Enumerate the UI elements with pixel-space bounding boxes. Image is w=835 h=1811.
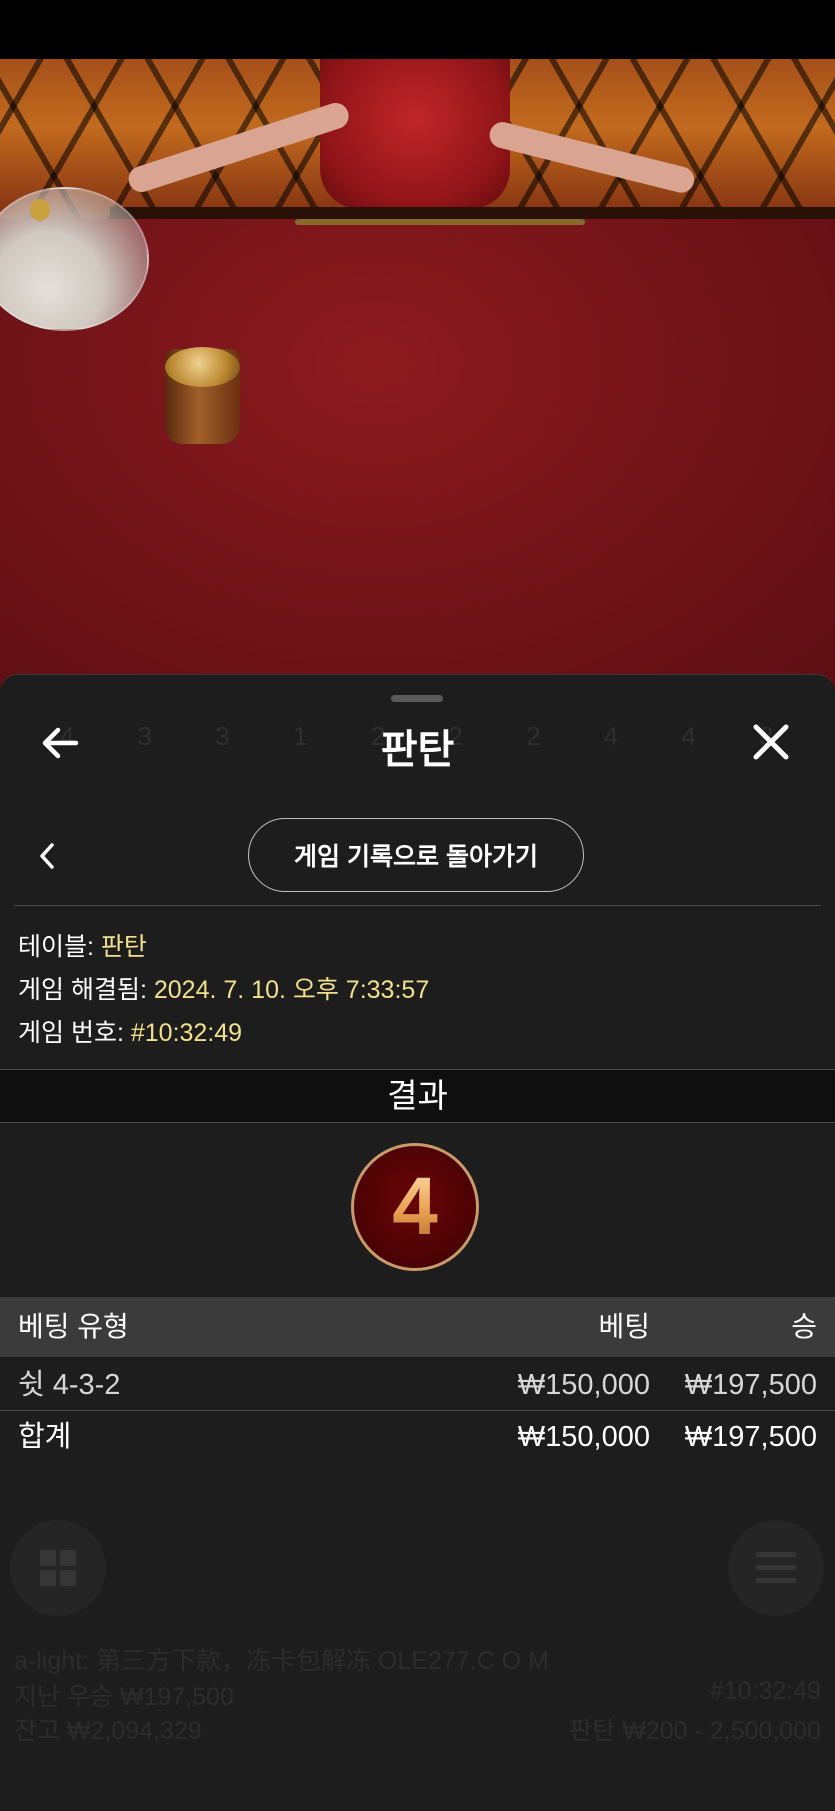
column-win: 승 xyxy=(791,1311,817,1342)
total-row: 합계 ₩150,000 ₩197,500 xyxy=(0,1411,835,1463)
total-win: ₩197,500 xyxy=(684,1421,817,1453)
background-last-win: 지난 우승 ₩197,500 xyxy=(14,1683,234,1711)
table-label: 테이블: xyxy=(18,933,94,961)
total-label: 합계 xyxy=(18,1421,72,1453)
game-detail-sheet: 4 3 3 1 2 2 2 4 4 3 2 4 판탄 게임 기록으로 돌아가기 … xyxy=(0,674,835,1811)
resolved-label: 게임 해결됨: xyxy=(18,976,147,1004)
table-info: 테이블: 판탄 xyxy=(18,927,147,963)
game-number-value: #10:32:49 xyxy=(130,1019,243,1047)
background-balance: 잔고 ₩2,094,329 xyxy=(14,1717,202,1745)
column-bet: 베팅 xyxy=(598,1311,650,1342)
page-title: 판탄 xyxy=(380,728,455,772)
result-number: 4 xyxy=(392,1161,438,1252)
drag-handle[interactable] xyxy=(391,695,443,702)
bet-type-cell: 쉿 4-3-2 xyxy=(18,1369,121,1401)
total-bet: ₩150,000 xyxy=(517,1421,650,1453)
background-limits: 판탄 ₩200 - 2,500,000 xyxy=(569,1717,821,1745)
background-game-number: #10:32:49 xyxy=(709,1677,821,1705)
brass-cup-top xyxy=(165,347,240,387)
game-number-label: 게임 번호: xyxy=(18,1019,124,1047)
menu-icon xyxy=(756,1552,796,1583)
grid-icon xyxy=(40,1550,76,1586)
resolved-value: 2024. 7. 10. 오후 7:33:57 xyxy=(153,976,430,1004)
back-to-history-button[interactable]: 게임 기록으로 돌아가기 xyxy=(248,818,584,892)
table-row: 쉿 4-3-2 ₩150,000 ₩197,500 xyxy=(0,1359,835,1411)
bet-table-header: 베팅 유형 베팅 승 xyxy=(0,1297,835,1357)
bet-amount-cell: ₩150,000 xyxy=(517,1369,650,1401)
dome-knob xyxy=(30,199,50,221)
table-value: 판탄 xyxy=(100,933,147,961)
column-bet-type: 베팅 유형 xyxy=(18,1311,129,1342)
hamburger-menu-button xyxy=(728,1520,824,1616)
close-icon[interactable] xyxy=(750,721,792,763)
chevron-left-icon[interactable] xyxy=(36,841,60,871)
resolved-info: 게임 해결됨: 2024. 7. 10. 오후 7:33:57 xyxy=(18,970,429,1006)
dealer-stick xyxy=(295,219,585,225)
live-video-feed xyxy=(0,59,835,699)
divider xyxy=(14,905,821,906)
result-header: 결과 xyxy=(0,1069,835,1123)
game-number-info: 게임 번호: #10:32:49 xyxy=(18,1013,242,1049)
background-watermark: a-light: 第三方下款，冻卡包解冻 OLE277.C O M xyxy=(14,1647,549,1675)
grid-menu-button xyxy=(10,1520,106,1616)
result-badge: 4 xyxy=(351,1143,479,1271)
dealer xyxy=(320,59,510,209)
win-amount-cell: ₩197,500 xyxy=(684,1369,817,1401)
